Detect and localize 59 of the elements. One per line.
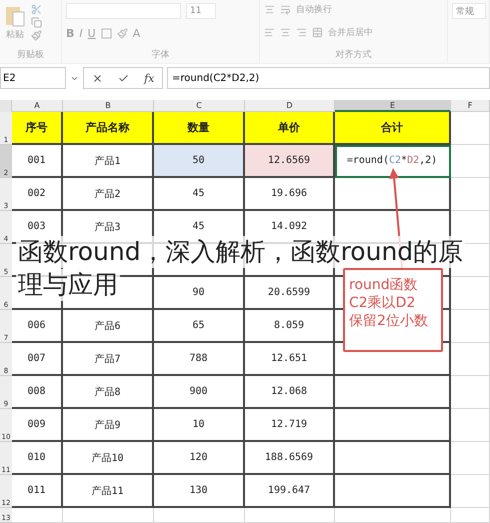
- table-cell: 120: [154, 442, 245, 475]
- table-cell: 788: [154, 343, 245, 376]
- table-cell: 产品6: [63, 310, 154, 343]
- group-label: 字体: [152, 48, 170, 61]
- table-cell: 65: [154, 310, 245, 343]
- table-cell: 12.6569: [245, 145, 335, 178]
- formula-field[interactable]: =round(C2*D2,2): [167, 67, 490, 89]
- name-box[interactable]: E2: [0, 67, 66, 89]
- table-cell: 007: [12, 343, 63, 376]
- active-cell[interactable]: =round(C2*D2,2): [335, 145, 451, 178]
- table-cell: 20.6599: [245, 277, 335, 310]
- table-cell: 50: [154, 145, 245, 178]
- column-header[interactable]: A: [12, 100, 63, 112]
- table-cell: 900: [154, 376, 245, 409]
- table-cell: 45: [154, 178, 245, 211]
- table-cell: 12.719: [245, 409, 335, 442]
- insert-function-button[interactable]: fx: [144, 72, 154, 84]
- table-cell: 199.647: [245, 475, 335, 508]
- callout-text: C2乘以D2: [349, 294, 416, 312]
- group-label: 对齐方式: [336, 48, 372, 61]
- column-header[interactable]: D: [245, 100, 335, 112]
- table-cell: 12.651: [245, 343, 335, 376]
- cancel-icon[interactable]: [92, 72, 103, 84]
- column-header[interactable]: E: [335, 100, 451, 112]
- table-cell: 数量: [154, 112, 245, 145]
- table-cell: 产品9: [63, 409, 154, 442]
- table-cell: 011: [12, 475, 63, 508]
- table-cell: 合计: [335, 112, 451, 145]
- table-cell: 130: [154, 475, 245, 508]
- table-cell: 产品7: [63, 343, 154, 376]
- table-cell: 12.068: [245, 376, 335, 409]
- column-header[interactable]: C: [154, 100, 245, 112]
- column-header[interactable]: B: [63, 100, 154, 112]
- table-cell: 序号: [12, 112, 63, 145]
- table-cell: 单价: [245, 112, 335, 145]
- table-cell: 188.6569: [245, 442, 335, 475]
- group-label: 剪贴板: [17, 48, 44, 61]
- enter-icon[interactable]: [118, 72, 129, 84]
- table-cell: 008: [12, 376, 63, 409]
- table-cell: 产品8: [63, 376, 154, 409]
- table-cell: 006: [12, 310, 63, 343]
- table-cell: 009: [12, 409, 63, 442]
- column-header[interactable]: F: [451, 100, 490, 112]
- table-cell: 19.696: [245, 178, 335, 211]
- callout-text: round函数: [349, 276, 419, 294]
- table-cell: 002: [12, 178, 63, 211]
- table-cell: 产品名称: [63, 112, 154, 145]
- table-cell: 产品1: [63, 145, 154, 178]
- caption-text: 理与应用: [16, 269, 120, 301]
- table-cell: 产品2: [63, 178, 154, 211]
- table-cell: 90: [154, 277, 245, 310]
- table-cell: 产品11: [63, 475, 154, 508]
- table-cell: 10: [154, 409, 245, 442]
- callout-text: 保留2位小数: [349, 312, 429, 330]
- table-cell: 产品10: [63, 442, 154, 475]
- table-cell: 001: [12, 145, 63, 178]
- table-cell: 8.059: [245, 310, 335, 343]
- select-all-corner[interactable]: [0, 100, 12, 112]
- table-cell: 010: [12, 442, 63, 475]
